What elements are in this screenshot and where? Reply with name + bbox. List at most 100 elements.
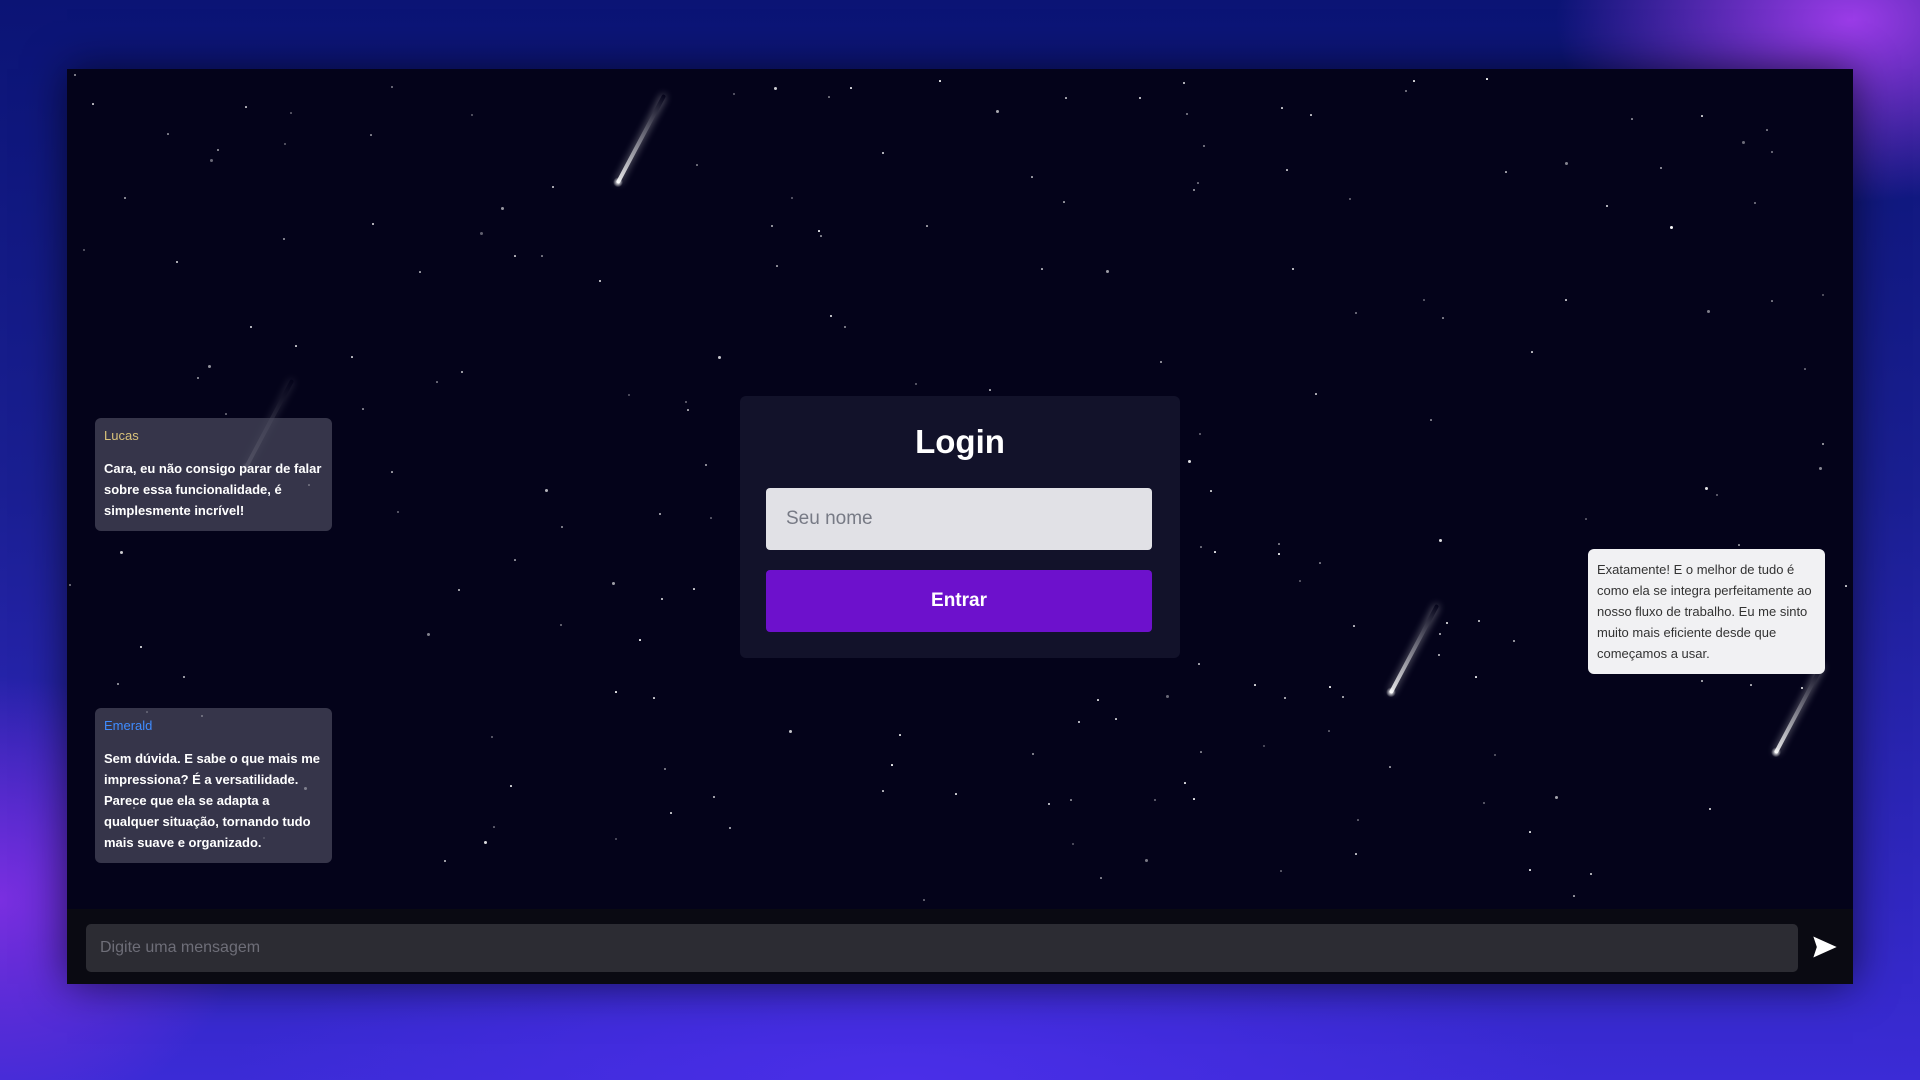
star	[1310, 114, 1312, 116]
star	[510, 785, 512, 787]
star	[899, 734, 901, 736]
message-author: Emerald	[104, 718, 153, 733]
login-title: Login	[915, 423, 1005, 460]
star	[1278, 553, 1280, 555]
star	[1186, 113, 1188, 115]
star	[830, 315, 832, 317]
message-composer	[67, 909, 1853, 984]
star	[372, 223, 374, 225]
star	[1280, 870, 1282, 872]
star	[284, 143, 286, 145]
star	[926, 225, 928, 227]
star	[124, 197, 126, 199]
star	[1193, 189, 1195, 191]
star	[1319, 562, 1321, 564]
star	[733, 93, 735, 95]
star	[1315, 393, 1317, 395]
star	[1203, 145, 1205, 147]
star	[561, 526, 563, 528]
star	[501, 207, 504, 210]
star	[69, 584, 71, 586]
star	[1439, 539, 1442, 542]
star	[419, 271, 421, 273]
star	[541, 255, 543, 257]
star	[480, 232, 483, 235]
star	[461, 371, 463, 373]
star	[1299, 580, 1301, 582]
star	[245, 106, 247, 108]
star	[1439, 633, 1441, 635]
star	[1100, 877, 1102, 879]
star	[710, 517, 712, 519]
star	[996, 110, 999, 113]
star	[828, 96, 830, 98]
star	[1284, 697, 1286, 699]
star	[92, 103, 94, 105]
star	[1705, 487, 1708, 490]
message-text: Cara, eu não consigo parar de falar sobr…	[104, 461, 322, 518]
star	[955, 793, 957, 795]
login-card: Login Entrar	[740, 396, 1180, 658]
star	[183, 676, 185, 678]
star	[1198, 663, 1200, 665]
chat-message-emerald: Emerald Sem dúvida. E sabe o que mais me…	[95, 708, 332, 863]
star	[1585, 518, 1587, 520]
star	[923, 899, 925, 901]
star	[664, 768, 666, 770]
login-button[interactable]: Entrar	[766, 570, 1152, 632]
star	[776, 265, 778, 267]
star	[250, 326, 252, 328]
star	[1389, 766, 1391, 768]
name-input[interactable]	[766, 488, 1152, 550]
send-icon	[1813, 936, 1837, 957]
star	[217, 149, 219, 151]
shooting-star	[615, 93, 667, 185]
star	[1531, 351, 1533, 353]
star	[493, 826, 495, 828]
star	[659, 513, 661, 515]
star	[1819, 467, 1822, 470]
star	[1193, 798, 1195, 800]
send-button[interactable]	[1808, 931, 1842, 965]
star	[1804, 368, 1806, 370]
star	[687, 409, 689, 411]
star	[628, 394, 630, 396]
star	[1106, 270, 1109, 273]
message-text: Exatamente! E o melhor de tudo é como el…	[1597, 562, 1812, 661]
star	[491, 736, 493, 738]
star	[1292, 268, 1294, 270]
star	[176, 261, 178, 263]
star	[471, 114, 473, 116]
star	[74, 74, 76, 76]
star	[1738, 544, 1740, 546]
star	[1349, 198, 1351, 200]
star	[1355, 312, 1357, 314]
star	[1845, 585, 1847, 587]
star	[1822, 443, 1824, 445]
star	[1031, 176, 1033, 178]
star	[1210, 490, 1212, 492]
star	[1115, 718, 1117, 720]
message-input[interactable]	[86, 924, 1798, 972]
star	[83, 249, 85, 251]
star	[1423, 299, 1425, 301]
star	[1070, 799, 1072, 801]
star	[1355, 853, 1357, 855]
star	[1590, 873, 1592, 875]
star	[915, 383, 917, 385]
star	[705, 464, 707, 466]
star	[1486, 78, 1488, 80]
star	[882, 152, 884, 154]
star	[370, 134, 372, 136]
star	[1446, 622, 1448, 624]
star	[1353, 625, 1355, 627]
star	[1097, 699, 1099, 701]
star	[290, 112, 292, 114]
star	[771, 225, 773, 227]
star	[208, 365, 211, 368]
star	[1281, 107, 1283, 109]
star	[351, 356, 353, 358]
star	[1357, 819, 1359, 821]
star	[850, 87, 852, 89]
star	[844, 326, 846, 328]
